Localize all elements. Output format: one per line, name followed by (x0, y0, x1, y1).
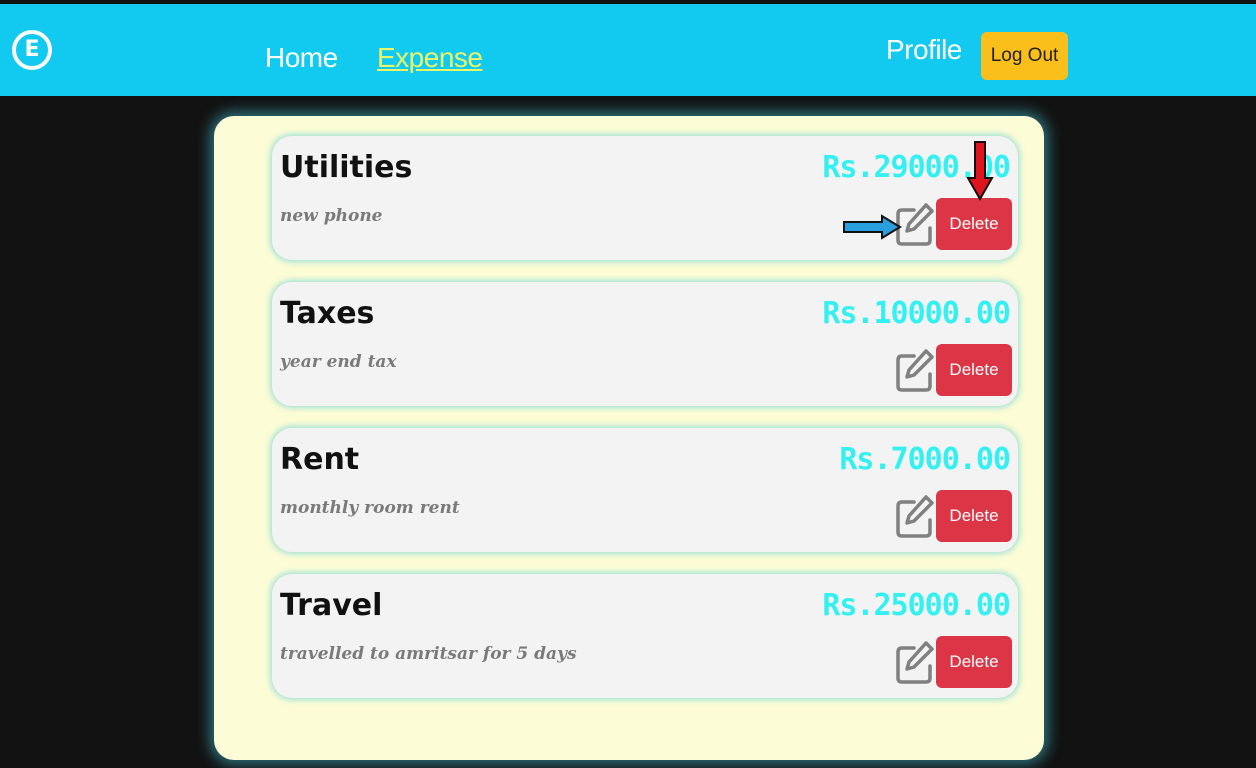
expense-amount: Rs.25000.00 (822, 588, 1011, 623)
edit-icon[interactable] (894, 640, 934, 684)
expense-category: Travel (280, 588, 383, 623)
expense-amount: Rs.10000.00 (822, 296, 1011, 331)
delete-button[interactable]: Delete (936, 344, 1012, 396)
navbar: E Home Expense Profile Log Out (0, 4, 1256, 96)
expense-card: Utilities new phone Rs.29000.00 Delete (272, 136, 1018, 260)
nav-profile-link[interactable]: Profile (886, 34, 962, 66)
nav-expense-link[interactable]: Expense (377, 42, 483, 74)
logout-button[interactable]: Log Out (981, 32, 1068, 80)
expense-category: Taxes (280, 296, 375, 331)
expense-category: Utilities (280, 150, 413, 185)
expense-amount: Rs.7000.00 (839, 442, 1011, 477)
nav-home-link[interactable]: Home (265, 42, 338, 74)
brand-logo-icon[interactable]: E (12, 30, 52, 70)
expense-description: new phone (280, 206, 383, 226)
expense-list-panel: Utilities new phone Rs.29000.00 Delete T… (214, 116, 1044, 760)
expense-card: Travel travelled to amritsar for 5 days … (272, 574, 1018, 698)
expense-card: Rent monthly room rent Rs.7000.00 Delete (272, 428, 1018, 552)
edit-icon[interactable] (894, 202, 934, 246)
delete-button[interactable]: Delete (936, 636, 1012, 688)
expense-description: monthly room rent (280, 498, 460, 518)
edit-icon[interactable] (894, 348, 934, 392)
edit-icon[interactable] (894, 494, 934, 538)
expense-card: Taxes year end tax Rs.10000.00 Delete (272, 282, 1018, 406)
expense-amount: Rs.29000.00 (822, 150, 1011, 185)
expense-category: Rent (280, 442, 360, 477)
delete-button[interactable]: Delete (936, 490, 1012, 542)
expense-description: year end tax (280, 352, 397, 372)
delete-button[interactable]: Delete (936, 198, 1012, 250)
expense-description: travelled to amritsar for 5 days (280, 644, 577, 664)
